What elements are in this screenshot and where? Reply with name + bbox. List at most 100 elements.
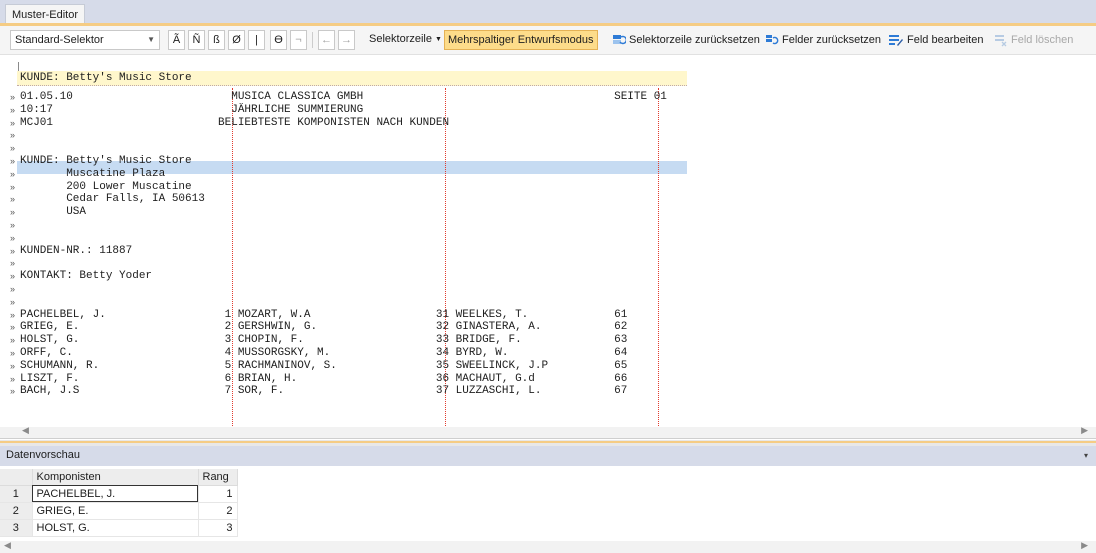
record-line[interactable]: LISZT, F. 6 BRIAN, H. 36 MACHAUT, G.d 66 [20, 373, 627, 385]
line-marker-icon: » [10, 182, 16, 192]
reset-selector-line-button[interactable]: Selektorzeile zurücksetzen [612, 30, 760, 50]
line-marker-icon: » [10, 118, 16, 128]
record-line[interactable]: HOLST, G. 3 CHOPIN, F. 33 BRIDGE, F. 63 [20, 334, 627, 346]
selektorzeile-label: Selektorzeile [369, 33, 432, 45]
line-marker-icon: » [10, 386, 16, 396]
tab-strip: Muster-Editor [0, 0, 1096, 26]
mehrspaltiger-entwurfsmodus-button[interactable]: Mehrspaltiger Entwurfsmodus [444, 30, 598, 50]
line-marker-icon: » [10, 143, 16, 153]
record-line[interactable]: KUNDE: Betty's Music Store [20, 155, 192, 167]
line-marker-icon: » [10, 194, 16, 204]
selector-combo[interactable]: Standard-Selektor ▼ [10, 30, 160, 50]
selector-combo-value: Standard-Selektor [15, 34, 104, 46]
line-marker-icon: » [10, 169, 16, 179]
line-marker-icon: » [10, 374, 16, 384]
preview-horizontal-scrollbar[interactable]: ◀ ▶ [0, 540, 1096, 553]
char-button-n-tilde[interactable]: Ñ [188, 30, 205, 50]
row-number: 2 [0, 502, 33, 520]
line-marker-icon: » [10, 92, 16, 102]
record-line[interactable]: GRIEG, E. 2 GERSHWIN, G. 32 GINASTERA, A… [20, 321, 627, 333]
record-line[interactable]: 200 Lower Muscatine [20, 181, 191, 193]
template-editor[interactable]: KUNDE: Betty's Music Store » 01.05.10 MUS… [0, 55, 1096, 439]
record-line[interactable]: USA [20, 206, 86, 218]
char-button-o-slash[interactable]: Ø [228, 30, 245, 50]
selector-line[interactable]: KUNDE: Betty's Music Store [17, 71, 687, 86]
reset-fields-label: Felder zurücksetzen [782, 34, 882, 46]
record-line[interactable]: ORFF, C. 4 MUSSORGSKY, M. 34 BYRD, W. 64 [20, 347, 627, 359]
line-marker-icon: » [10, 220, 16, 230]
row-number-header [0, 469, 33, 486]
line-marker-icon: » [10, 105, 16, 115]
row-number: 3 [0, 519, 33, 537]
cell-rang[interactable]: 1 [198, 485, 238, 503]
edit-field-icon [889, 35, 903, 46]
cell-rang[interactable]: 3 [198, 519, 238, 537]
column-header-rang[interactable]: Rang [198, 469, 238, 486]
scroll-left-icon[interactable]: ◀ [4, 540, 11, 551]
delete-field-icon [995, 35, 1007, 47]
record-line[interactable]: BACH, J.S 7 SOR, F. 37 LUZZASCHI, L. 67 [20, 385, 627, 397]
splitter-accent [0, 441, 1096, 443]
line-marker-icon: » [10, 284, 16, 294]
selector-line-text: KUNDE: Betty's Music Store [20, 72, 192, 84]
record-line[interactable]: Muscatine Plaza [20, 168, 165, 180]
preview-table: Komponisten Rang 1 PACHELBEL, J. 1 2 GRI… [0, 469, 238, 537]
line-marker-icon: » [10, 322, 16, 332]
edit-field-label: Feld bearbeiten [907, 34, 984, 46]
column-header-komponisten[interactable]: Komponisten [32, 469, 199, 486]
line-marker-icon: » [10, 233, 16, 243]
record-line[interactable]: MCJ01 BELIEBTESTE KOMPONISTEN NACH KUNDE… [20, 117, 449, 129]
char-button-eszett[interactable]: ß [208, 30, 225, 50]
column-guide-3[interactable] [658, 88, 659, 428]
line-marker-icon: » [10, 297, 16, 307]
chevron-down-icon: ▼ [434, 36, 442, 43]
scroll-left-icon[interactable]: ◀ [22, 425, 29, 436]
line-marker-icon: » [10, 310, 16, 320]
line-marker-icon: » [10, 271, 16, 281]
record-line[interactable]: SCHUMANN, R. 5 RACHMANINOV, S. 35 SWEELI… [20, 360, 627, 372]
arrow-right-button[interactable]: → [338, 30, 355, 50]
delete-field-label: Feld löschen [1011, 34, 1074, 46]
line-marker-icon: » [10, 348, 16, 358]
char-button-a-tilde[interactable]: Ã [168, 30, 185, 50]
char-button-not[interactable]: ¬ [290, 30, 307, 50]
edit-field-button[interactable]: Feld bearbeiten [888, 30, 983, 50]
scroll-right-icon[interactable]: ▶ [1081, 425, 1088, 436]
delete-field-button[interactable]: Feld löschen [994, 30, 1073, 50]
reset-fields-button[interactable]: Felder zurücksetzen [765, 30, 881, 50]
reset-selector-icon [613, 35, 626, 45]
line-marker-icon: » [10, 156, 16, 166]
editor-horizontal-scrollbar[interactable]: ◀ ▶ [0, 425, 1096, 438]
scroll-right-icon[interactable]: ▶ [1081, 540, 1088, 551]
char-button-theta[interactable]: ϴ [270, 30, 287, 50]
selektorzeile-dropdown[interactable]: Selektorzeile ▼ [367, 30, 444, 50]
record-line[interactable]: Cedar Falls, IA 50613 [20, 193, 205, 205]
data-preview-grid: Komponisten Rang 1 PACHELBEL, J. 1 2 GRI… [0, 466, 1096, 553]
cell-komponist[interactable]: PACHELBEL, J. [32, 485, 199, 503]
line-marker-icon: » [10, 130, 16, 140]
char-button-pipe[interactable]: | [248, 30, 265, 50]
record-line[interactable]: PACHELBEL, J. 1 MOZART, W.A 31 WEELKES, … [20, 309, 627, 321]
table-row[interactable]: 2 GRIEG, E. 2 [0, 502, 238, 520]
arrow-left-button[interactable]: ← [318, 30, 335, 50]
line-marker-icon: » [10, 335, 16, 345]
table-row[interactable]: 1 PACHELBEL, J. 1 [0, 485, 238, 503]
record-line[interactable]: 01.05.10 MUSICA CLASSICA GMBH SEITE 01 [20, 91, 667, 103]
cell-komponist[interactable]: GRIEG, E. [32, 502, 199, 520]
cell-rang[interactable]: 2 [198, 502, 238, 520]
record-line[interactable]: KUNDEN-NR.: 11887 [20, 245, 132, 257]
data-preview-header: Datenvorschau ▾ [0, 446, 1096, 466]
record-line[interactable]: KONTAKT: Betty Yoder [20, 270, 152, 282]
record-line[interactable]: 10:17 JÄHRLICHE SUMMIERUNG [20, 104, 363, 116]
chevron-down-icon: ▼ [147, 35, 155, 44]
data-preview-title: Datenvorschau [6, 449, 80, 461]
toolbar: Standard-Selektor ▼ Ã Ñ ß Ø | ϴ ¬ ← → Se… [0, 26, 1096, 55]
line-marker-icon: » [10, 361, 16, 371]
table-row[interactable]: 3 HOLST, G. 3 [0, 519, 238, 537]
preview-header-row: Komponisten Rang [0, 469, 238, 486]
line-marker-icon: » [10, 258, 16, 268]
cell-komponist[interactable]: HOLST, G. [32, 519, 199, 537]
line-marker-icon: » [10, 207, 16, 217]
collapse-icon[interactable]: ▾ [1084, 446, 1088, 465]
row-number: 1 [0, 485, 33, 503]
